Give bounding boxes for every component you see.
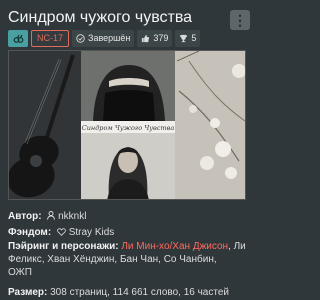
fandom-name[interactable]: Stray Kids [69,227,115,238]
heart-icon [57,228,66,236]
male-male-icon [13,34,23,43]
fanfic-card: Синдром чужого чувства ⋮ NC-17 Завершён … [0,0,253,300]
cover-image[interactable]: Синдром Чужого Чувства [8,50,246,200]
author-name[interactable]: nkknkl [58,211,86,222]
user-icon [47,211,56,220]
status-badge[interactable]: Завершён [72,29,135,47]
vertical-dots-icon: ⋮ [233,12,247,28]
fandom-label: Фэндом: [8,227,52,238]
author-row: Автор: nkknkl [8,211,86,222]
pairing-link[interactable]: Ли Мин-хо/Хан Джисон [121,241,228,252]
cover-caption: Синдром Чужого Чувства [82,124,175,132]
fandom-row: Фэндом: Stray Kids [8,227,114,238]
awards-badge[interactable]: 5 [175,29,201,47]
badge-row: NC-17 Завершён 379 5 [8,29,201,47]
thumbs-up-icon [142,34,150,42]
masked-portrait [81,51,175,121]
awards-count: 5 [191,33,197,43]
status-label: Завершён [88,33,131,43]
direction-badge[interactable] [8,29,28,47]
characters-list-cont[interactable]: ОЖП [8,267,32,278]
size-value: 308 страниц, 114 661 слово, 16 частей [50,287,229,298]
likes-count: 379 [153,33,169,43]
trophy-icon [180,34,188,42]
more-menu-button[interactable]: ⋮ [230,10,250,30]
author-label: Автор: [8,211,42,222]
check-circle-icon [76,33,85,43]
size-row: Размер: 308 страниц, 114 661 слово, 16 ч… [8,287,229,298]
rating-badge[interactable]: NC-17 [31,29,70,47]
pairing-label: Пэйринг и персонажи: [8,241,119,252]
work-title[interactable]: Синдром чужого чувства [8,9,192,27]
likes-badge[interactable]: 379 [137,29,173,47]
pairing-block: Пэйринг и персонажи: Ли Мин-хо/Хан Джисо… [8,240,253,279]
size-label: Размер: [8,287,48,298]
